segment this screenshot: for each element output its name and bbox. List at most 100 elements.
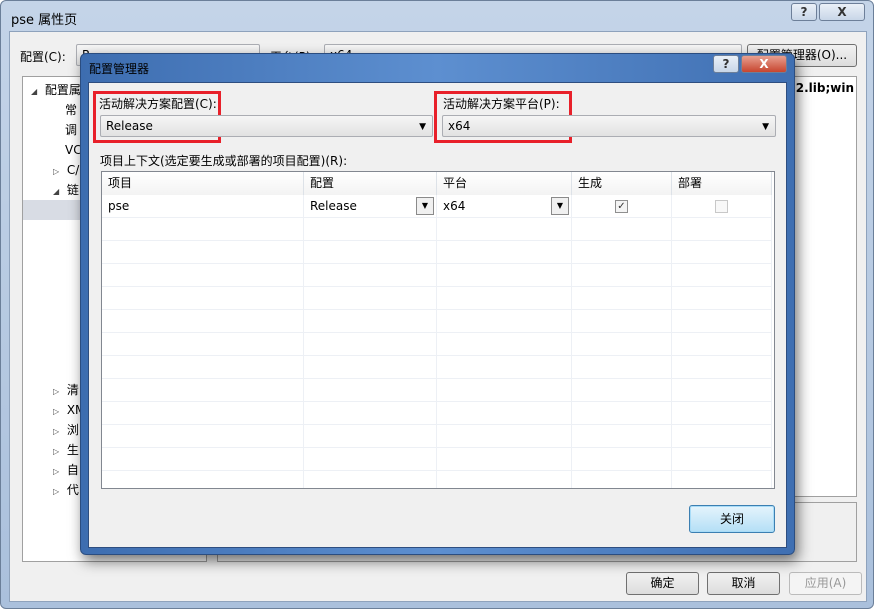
column-header[interactable]: 项目 [102,172,304,195]
empty-cell [437,402,572,425]
empty-cell [304,264,437,287]
empty-cell [672,241,772,264]
empty-cell [572,264,672,287]
empty-cell [437,471,572,488]
column-header[interactable]: 生成 [572,172,672,195]
empty-cell [437,218,572,241]
empty-cell [672,310,772,333]
build-checkbox[interactable]: ✓ [615,200,628,213]
column-header[interactable]: 平台 [437,172,572,195]
empty-row [102,241,772,264]
empty-cell [304,218,437,241]
empty-cell [304,333,437,356]
help-button[interactable]: ? [791,3,817,21]
empty-row [102,264,772,287]
empty-cell [672,448,772,471]
empty-row [102,379,772,402]
chevron-down-icon[interactable]: ▼ [551,197,569,215]
empty-cell [672,264,772,287]
empty-cell [437,379,572,402]
empty-cell [572,356,672,379]
collapsed-triangle-icon[interactable]: ▷ [53,402,63,422]
config-cell[interactable]: Release ▼ [304,195,437,218]
tree-item-label: 自 [66,463,79,477]
grid-header: 项目 配置 平台 生成 部署 [102,172,772,195]
dialog-body: 活动解决方案配置(C): Release ▼ 活动解决方案平台(P): x64 ▼ … [88,82,787,548]
empty-cell [102,310,304,333]
expanded-triangle-icon[interactable]: ◢ [31,82,41,102]
empty-cell [102,402,304,425]
empty-cell [572,425,672,448]
collapsed-triangle-icon[interactable]: ▷ [53,482,63,502]
empty-row [102,356,772,379]
dialog-title: 配置管理器 [89,62,150,76]
empty-cell [102,471,304,488]
empty-cell [672,425,772,448]
empty-cell [672,379,772,402]
tree-item-label: 常 [65,103,78,117]
ok-button[interactable]: 确定 [626,572,699,595]
dialog-close-button[interactable]: X [741,55,787,73]
table-row[interactable]: pse Release ▼ x64 ▼ ✓ [102,195,772,218]
deploy-checkbox[interactable] [715,200,728,213]
column-header[interactable]: 部署 [672,172,772,195]
active-config-select[interactable]: Release ▼ [100,115,433,137]
empty-cell [304,310,437,333]
empty-cell [437,425,572,448]
collapsed-triangle-icon[interactable]: ▷ [53,422,63,442]
active-config-label: 活动解决方案配置(C): [99,97,217,111]
collapsed-triangle-icon[interactable]: ▷ [53,462,63,482]
empty-cell [572,333,672,356]
empty-cell [672,218,772,241]
empty-cell [304,287,437,310]
empty-cell [102,425,304,448]
empty-cell [102,333,304,356]
dialog-help-button[interactable]: ? [713,55,739,73]
chevron-down-icon: ▼ [762,122,769,132]
empty-cell [102,379,304,402]
collapsed-triangle-icon[interactable]: ▷ [53,382,63,402]
empty-cell [304,241,437,264]
build-cell: ✓ [572,195,672,218]
collapsed-triangle-icon[interactable]: ▷ [53,442,63,462]
active-config-value: Release [106,119,153,133]
tree-item-label: 浏 [66,423,79,437]
platform-cell[interactable]: x64 ▼ [437,195,572,218]
empty-cell [572,448,672,471]
tree-item-label: 调 [65,123,78,137]
empty-cell [304,471,437,488]
cancel-button[interactable]: 取消 [707,572,780,595]
apply-button[interactable]: 应用(A) [789,572,862,595]
active-platform-label: 活动解决方案平台(P): [443,97,560,111]
empty-cell [437,264,572,287]
empty-row [102,402,772,425]
close-button[interactable]: X [819,3,865,21]
project-cell: pse [102,195,304,218]
project-context-grid: 项目 配置 平台 生成 部署 pse Release ▼ x64 ▼ ✓ [101,171,775,489]
empty-row [102,287,772,310]
chevron-down-icon: ▼ [419,122,426,132]
empty-cell [572,218,672,241]
expanded-triangle-icon[interactable]: ◢ [53,182,63,202]
empty-cell [437,310,572,333]
close-dialog-button[interactable]: 关闭 [689,505,775,533]
empty-cell [304,356,437,379]
empty-cell [572,241,672,264]
empty-cell [672,402,772,425]
property-value: 32.lib;win [787,81,854,95]
empty-row [102,448,772,471]
empty-row [102,310,772,333]
collapsed-triangle-icon[interactable]: ▷ [53,162,63,182]
column-header[interactable]: 配置 [304,172,437,195]
empty-cell [304,425,437,448]
empty-cell [437,333,572,356]
tree-item-label: 链 [66,183,79,197]
active-platform-select[interactable]: x64 ▼ [442,115,776,137]
empty-cell [672,287,772,310]
empty-row [102,218,772,241]
empty-cell [437,287,572,310]
chevron-down-icon[interactable]: ▼ [416,197,434,215]
empty-cell [572,287,672,310]
empty-cell [572,402,672,425]
tree-item-label: 配置属 [44,83,81,97]
